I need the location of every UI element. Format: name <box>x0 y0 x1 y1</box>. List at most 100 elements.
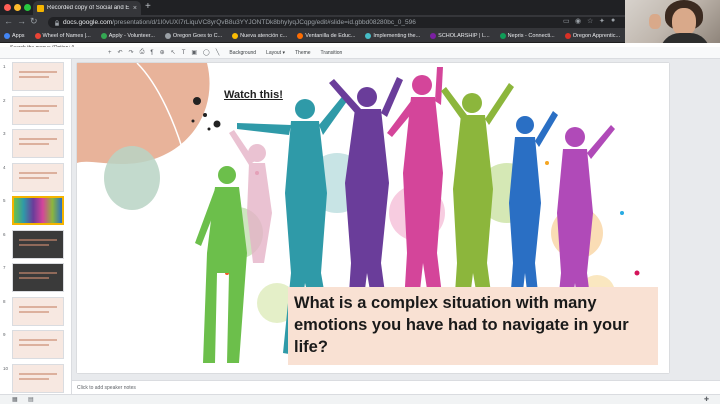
slide-thumbnail[interactable] <box>12 62 64 91</box>
bookmark-favicon-icon <box>232 33 239 39</box>
slide-thumbnail[interactable] <box>12 95 64 125</box>
bookmark-label: Apps <box>12 33 25 39</box>
bookmark-favicon-icon <box>164 33 171 39</box>
bookmark-favicon-icon <box>4 33 10 39</box>
bookmark-item[interactable]: Nueva atención c... <box>232 33 287 39</box>
bookmark-label: Nueva atención c... <box>240 33 288 39</box>
bookmark-favicon-icon <box>564 33 571 39</box>
new-tab-button[interactable]: + <box>145 1 151 12</box>
thumbnail-text-line <box>19 372 57 375</box>
thumbnail-text-line <box>19 109 49 112</box>
print-button[interactable]: ⎙ <box>140 49 145 56</box>
transition-button[interactable]: Transition <box>317 50 343 56</box>
bookmark-label: Apply - Volunteer... <box>108 33 155 39</box>
watch-this-link[interactable]: Watch this! <box>224 89 283 101</box>
redo-button[interactable]: ↷ <box>129 49 134 56</box>
profile-icon[interactable]: ● <box>611 17 615 24</box>
browser-tab-strip: Recorded copy of Social and E × + <box>0 0 720 15</box>
bookmark-item[interactable]: Wheel of Names |... <box>34 33 91 39</box>
slide-thumbnail[interactable] <box>12 363 64 393</box>
address-bar[interactable]: docs.google.com/presentation/d/1I0vUXI7r… <box>48 17 633 28</box>
textbox-tool-button[interactable]: T <box>182 50 186 56</box>
paint-format-button[interactable]: ¶ <box>150 50 153 56</box>
shape-tool-button[interactable]: ◯ <box>203 49 210 56</box>
background-button[interactable]: Background <box>225 50 256 56</box>
slide-filmstrip: 1 2 3 4 5 6 7 8 9 10 <box>0 59 72 394</box>
slide-thumbnail[interactable] <box>12 296 64 326</box>
explore-icon[interactable]: ✚ <box>704 396 709 403</box>
slide-thumbnail[interactable] <box>12 229 64 259</box>
dot-2 <box>203 113 207 117</box>
slide-thumbnail[interactable] <box>12 162 64 192</box>
slide-number: 4 <box>3 164 6 170</box>
thumbnail-text-line <box>19 305 57 308</box>
bookmark-item[interactable]: Oregon Apprentic... <box>564 33 620 39</box>
thumbnail-text-line <box>19 243 49 246</box>
bookmark-item[interactable]: Nepris - Connecti... <box>499 33 555 39</box>
line-tool-button[interactable]: ╲ <box>216 49 220 56</box>
thumbnail-text-line <box>19 143 49 145</box>
slide-thumbnail[interactable] <box>12 330 64 359</box>
bookmark-item[interactable]: Oregon Goes to C... <box>164 33 222 39</box>
undo-button[interactable]: ↶ <box>118 49 123 56</box>
reload-button[interactable]: ↻ <box>30 16 38 27</box>
speaker-notes[interactable]: Click to add speaker notes <box>72 380 720 394</box>
webcam-person-face <box>672 8 696 36</box>
bookmark-favicon-icon <box>297 33 304 39</box>
dot-5 <box>207 127 211 131</box>
camera-icon[interactable]: ◉ <box>575 17 581 25</box>
layout-button[interactable]: Layout ▾ <box>262 50 285 56</box>
slide-canvas: Watch this! What is a complex situation … <box>72 59 720 380</box>
screen-share-icon[interactable]: ▭ <box>563 17 570 25</box>
url-text: docs.google.com/presentation/d/1I0vUXI7r… <box>63 19 416 26</box>
bookmark-item[interactable]: Ventanilla de Educ... <box>297 33 355 39</box>
bookmark-item[interactable]: Apply - Volunteer... <box>100 33 155 39</box>
maximize-window-dot[interactable] <box>24 4 31 11</box>
thumbnail-text-line <box>19 171 57 174</box>
extensions-icon[interactable]: ✦ <box>599 17 605 25</box>
select-tool-button[interactable]: ↖ <box>171 49 176 56</box>
canvas-margin <box>672 59 720 380</box>
slide-number: 1 <box>3 64 6 69</box>
new-slide-button[interactable]: + <box>108 50 112 56</box>
bookmark-item[interactable]: SCHOLARSHIP | L... <box>430 33 490 39</box>
webcam-overlay <box>625 0 720 43</box>
dot-3 <box>191 119 195 123</box>
thumbnail-text-line <box>19 76 49 78</box>
filmstrip-view-icon[interactable]: ▤ <box>28 396 34 403</box>
dot-1 <box>193 97 201 105</box>
slide-thumbnail[interactable] <box>12 129 64 158</box>
forward-button[interactable]: → <box>17 16 26 26</box>
minimize-window-dot[interactable] <box>14 4 21 11</box>
tab-title: Recorded copy of Social and E <box>47 5 130 11</box>
webcam-person-hand <box>649 14 661 29</box>
slide-thumbnail[interactable] <box>12 263 64 292</box>
question-box[interactable]: What is a complex situation with many em… <box>288 287 658 365</box>
bookmark-item[interactable]: Implementing the... <box>365 33 420 39</box>
bookmark-favicon-icon <box>34 33 41 39</box>
theme-button[interactable]: Theme <box>291 50 311 56</box>
bottom-bar: ▦ ▤ ✚ <box>0 394 720 404</box>
bookmark-favicon-icon <box>430 33 437 39</box>
close-window-dot[interactable] <box>4 4 11 11</box>
slide-number: 2 <box>3 97 6 103</box>
bookmark-favicon-icon <box>365 33 372 39</box>
lock-icon <box>55 19 59 26</box>
image-tool-button[interactable]: ▣ <box>191 49 197 56</box>
grid-view-icon[interactable]: ▦ <box>12 396 18 403</box>
slide-number: 5 <box>3 198 6 203</box>
zoom-button[interactable]: ⊕ <box>160 49 165 56</box>
silhouette-green-left <box>195 166 247 363</box>
thumbnail-text-line <box>19 138 57 140</box>
star-icon[interactable]: ☆ <box>587 17 593 25</box>
thumbnail-text-line <box>19 310 49 313</box>
current-slide[interactable]: Watch this! What is a complex situation … <box>77 63 669 373</box>
bookmark-item[interactable]: Apps <box>4 33 25 39</box>
thumbnail-text-line <box>19 272 57 274</box>
browser-tab[interactable]: Recorded copy of Social and E × <box>33 1 141 15</box>
back-button[interactable]: ← <box>4 16 13 26</box>
tab-close-icon[interactable]: × <box>133 5 137 12</box>
thumbnail-text-line <box>19 339 57 341</box>
bookmark-favicon-icon <box>499 33 506 39</box>
slide-thumbnail[interactable] <box>12 196 64 225</box>
